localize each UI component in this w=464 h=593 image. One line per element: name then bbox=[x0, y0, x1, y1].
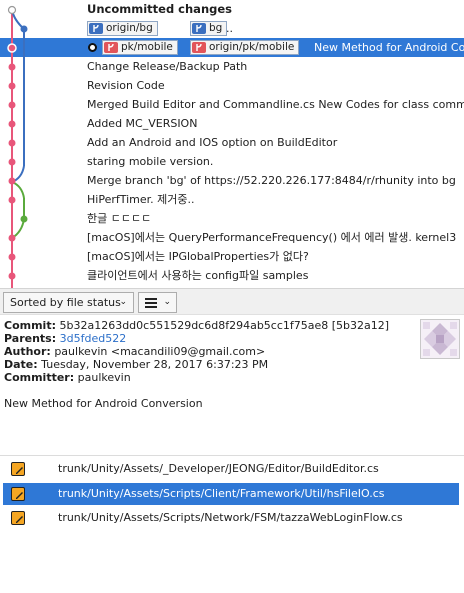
branch-label[interactable]: bg bbox=[190, 21, 228, 36]
parent-commit-link[interactable]: 3d5fded522 bbox=[60, 332, 127, 345]
commit-message: Revision Code bbox=[87, 79, 165, 92]
author-row: Author: paulkevin <macandili09@gmail.com… bbox=[4, 345, 265, 358]
committer-label: Committer: bbox=[4, 371, 75, 384]
branch-label-text: origin/bg bbox=[106, 22, 153, 34]
branch-label-text: pk/mobile bbox=[121, 41, 173, 53]
graph-node bbox=[8, 177, 16, 185]
commit-message: 한글 ㄷㄷㄷㄷ bbox=[87, 212, 152, 225]
commit-message: Uncommitted changes bbox=[87, 2, 233, 16]
graph-node bbox=[8, 253, 16, 261]
commit-message: [macOS]에서는 QueryPerformanceFrequency() 에… bbox=[87, 231, 457, 244]
graph-node bbox=[8, 120, 16, 128]
graph-node bbox=[8, 158, 16, 166]
list-view-icon bbox=[145, 298, 157, 308]
date-value: Tuesday, November 28, 2017 6:37:23 PM bbox=[41, 358, 269, 371]
commit-hash-label: Commit: bbox=[4, 319, 56, 332]
commit-message: staring mobile version. bbox=[87, 155, 214, 168]
branch-label[interactable]: pk/mobile bbox=[102, 40, 178, 55]
commit-message: [macOS]에서는 IPGlobalProperties가 없다? bbox=[87, 250, 309, 263]
parents-label: Parents: bbox=[4, 332, 57, 345]
commit-hash-row: Commit: 5b32a1263dd0c551529dc6d8f294ab5c… bbox=[4, 319, 389, 332]
avatar bbox=[420, 319, 460, 359]
parents-row: Parents: 3d5fded522 bbox=[4, 332, 126, 345]
branch-label[interactable]: origin/pk/mobile bbox=[190, 40, 300, 55]
changed-files-list: trunk/Unity/Assets/_Developer/JEONG/Edit… bbox=[0, 456, 464, 593]
modified-file-icon bbox=[11, 487, 25, 501]
commit-list[interactable]: Uncommitted changes origin/bg bg .. pk/m… bbox=[0, 0, 464, 288]
date-label: Date: bbox=[4, 358, 38, 371]
commit-hash-value[interactable]: 5b32a1263dd0c551529dc6d8f294ab5cc1f75ae8… bbox=[59, 319, 389, 332]
graph-node bbox=[8, 63, 16, 71]
author-value: paulkevin <macandili09@gmail.com> bbox=[54, 345, 266, 358]
graph-node bbox=[7, 5, 17, 15]
file-toolbar: Sorted by file status ⌄ ⌄ bbox=[0, 288, 464, 315]
author-label: Author: bbox=[4, 345, 51, 358]
sort-dropdown[interactable]: Sorted by file status ⌄ bbox=[3, 292, 134, 313]
graph-node bbox=[8, 272, 16, 280]
remote-branch-icon bbox=[192, 23, 206, 34]
commit-message: .. bbox=[226, 22, 233, 35]
graph-node bbox=[8, 139, 16, 147]
graph-node bbox=[20, 215, 28, 223]
chevron-down-icon: ⌄ bbox=[119, 297, 127, 307]
local-branch-icon bbox=[192, 42, 206, 53]
branch-label-text: bg bbox=[209, 22, 223, 34]
sort-dropdown-label: Sorted by file status bbox=[10, 296, 121, 309]
branch-label[interactable]: origin/bg bbox=[87, 21, 158, 36]
local-branch-icon bbox=[104, 42, 118, 53]
commit-message-body: New Method for Android Conversion bbox=[4, 397, 203, 410]
view-mode-dropdown[interactable]: ⌄ bbox=[138, 292, 177, 313]
commit-message: HiPerfTimer. 제거중.. bbox=[87, 193, 195, 206]
committer-row: Committer: paulkevin bbox=[4, 371, 131, 384]
branch-label-text: origin/pk/mobile bbox=[209, 41, 295, 53]
chevron-down-icon: ⌄ bbox=[163, 297, 171, 307]
commit-message: New Method for Android Conversion bbox=[314, 41, 464, 54]
file-row[interactable]: trunk/Unity/Assets/Scripts/Network/FSM/t… bbox=[3, 507, 459, 529]
commit-details: Commit: 5b32a1263dd0c551529dc6d8f294ab5c… bbox=[0, 316, 464, 456]
modified-file-icon bbox=[11, 462, 25, 476]
identicon-icon bbox=[421, 320, 459, 358]
graph-node bbox=[8, 101, 16, 109]
branch-graph bbox=[7, 5, 28, 288]
commit-message: Add an Android and IOS option on BuildEd… bbox=[87, 136, 338, 149]
commit-message: Change Release/Backup Path bbox=[87, 60, 248, 73]
graph-node bbox=[8, 196, 16, 204]
file-row[interactable]: trunk/Unity/Assets/_Developer/JEONG/Edit… bbox=[3, 458, 459, 480]
file-row-selected[interactable]: trunk/Unity/Assets/Scripts/Client/Framew… bbox=[3, 483, 459, 505]
commit-message: Merge branch 'bg' of https://52.220.226.… bbox=[87, 174, 456, 187]
remote-branch-icon bbox=[89, 23, 103, 34]
file-path: trunk/Unity/Assets/Scripts/Client/Framew… bbox=[58, 487, 385, 500]
modified-file-icon bbox=[11, 511, 25, 525]
commit-message: 클라이언트에서 사용하는 config파일 samples bbox=[87, 269, 309, 282]
file-path: trunk/Unity/Assets/Scripts/Network/FSM/t… bbox=[58, 511, 403, 524]
date-row: Date: Tuesday, November 28, 2017 6:37:23… bbox=[4, 358, 268, 371]
graph-node bbox=[8, 82, 16, 90]
graph-node bbox=[20, 25, 28, 33]
committer-value: paulkevin bbox=[77, 371, 131, 384]
commit-message: Merged Build Editor and Commandline.cs N… bbox=[87, 98, 464, 111]
graph-node bbox=[7, 43, 17, 53]
file-path: trunk/Unity/Assets/_Developer/JEONG/Edit… bbox=[58, 462, 379, 475]
graph-node bbox=[8, 234, 16, 242]
commit-message: Added MC_VERSION bbox=[87, 117, 198, 130]
